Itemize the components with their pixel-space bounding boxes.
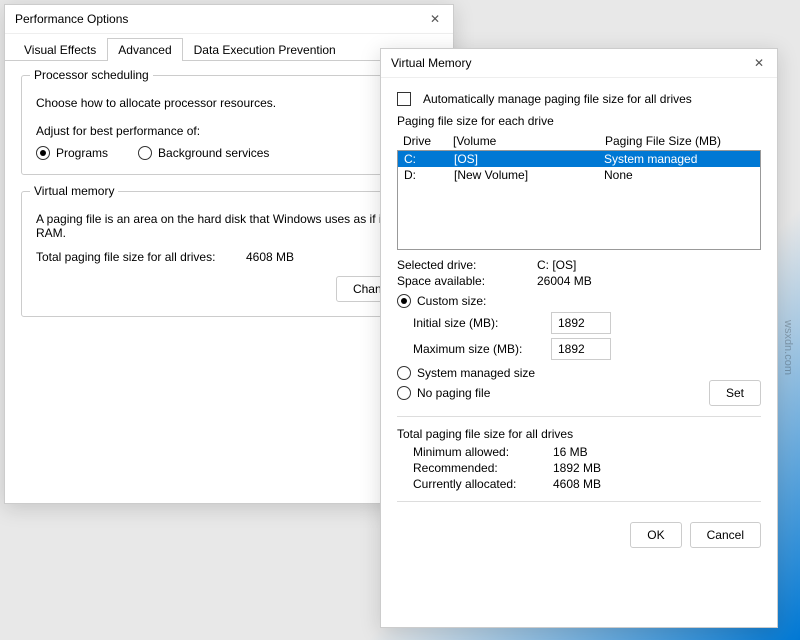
vm-group-title: Virtual memory <box>30 184 118 198</box>
custom-size-label: Custom size: <box>417 294 486 308</box>
rec-label: Recommended: <box>413 461 553 475</box>
space-row: Space available: 26004 MB <box>397 274 761 288</box>
radio-icon <box>397 386 411 400</box>
totals-label: Total paging file size for all drives <box>397 427 761 441</box>
vm-total-label: Total paging file size for all drives: <box>36 250 246 264</box>
separator <box>397 501 761 502</box>
vm-total-row: Total paging file size for all drives: 4… <box>36 250 422 264</box>
radio-no-paging[interactable]: No paging file <box>397 386 709 400</box>
no-paging-set-row: No paging file Set <box>397 380 761 406</box>
system-managed-label: System managed size <box>417 366 535 380</box>
vm-body: Automatically manage paging file size fo… <box>381 78 777 562</box>
drive-volume: [OS] <box>454 152 604 166</box>
cur-value: 4608 MB <box>553 477 761 491</box>
checkbox-icon <box>397 92 411 106</box>
radio-background[interactable]: Background services <box>138 146 269 160</box>
initial-size-input[interactable] <box>551 312 611 334</box>
min-label: Minimum allowed: <box>413 445 553 459</box>
processor-scheduling-group: Processor scheduling Choose how to alloc… <box>21 75 437 175</box>
scheduling-intro: Choose how to allocate processor resourc… <box>36 96 422 110</box>
selected-drive-label: Selected drive: <box>397 258 537 272</box>
radio-icon <box>397 294 411 308</box>
drive-volume: [New Volume] <box>454 168 604 182</box>
close-icon[interactable]: ✕ <box>751 55 767 71</box>
auto-manage-checkbox[interactable]: Automatically manage paging file size fo… <box>397 92 761 106</box>
radio-background-label: Background services <box>158 146 269 160</box>
scheduling-title: Processor scheduling <box>30 68 153 82</box>
watermark: wsxdn.com <box>782 320 794 375</box>
vm-desc: A paging file is an area on the hard dis… <box>36 212 422 240</box>
vm-titlebar: Virtual Memory ✕ <box>381 49 777 78</box>
radio-custom-size[interactable]: Custom size: <box>397 294 761 308</box>
initial-size-label: Initial size (MB): <box>413 316 543 330</box>
perf-titlebar: Performance Options ✕ <box>5 5 453 34</box>
close-icon[interactable]: ✕ <box>427 11 443 27</box>
cancel-button[interactable]: Cancel <box>690 522 761 548</box>
auto-manage-label: Automatically manage paging file size fo… <box>423 92 692 106</box>
rec-value: 1892 MB <box>553 461 761 475</box>
rec-row: Recommended: 1892 MB <box>413 461 761 475</box>
radio-icon <box>138 146 152 160</box>
tab-advanced[interactable]: Advanced <box>107 38 182 61</box>
selected-drive-value: C: [OS] <box>537 258 761 272</box>
header-volume: [Volume <box>453 134 605 148</box>
virtual-memory-window: Virtual Memory ✕ Automatically manage pa… <box>380 48 778 628</box>
perf-title: Performance Options <box>15 12 128 26</box>
no-paging-label: No paging file <box>417 386 490 400</box>
scheduling-radios: Programs Background services <box>36 146 422 160</box>
tab-dep[interactable]: Data Execution Prevention <box>183 38 347 61</box>
ok-button[interactable]: OK <box>630 522 681 548</box>
drive-size: System managed <box>604 152 754 166</box>
adjust-label: Adjust for best performance of: <box>36 124 422 138</box>
max-size-input[interactable] <box>551 338 611 360</box>
vm-title: Virtual Memory <box>391 56 471 70</box>
radio-system-managed[interactable]: System managed size <box>397 366 761 380</box>
cur-label: Currently allocated: <box>413 477 553 491</box>
header-drive: Drive <box>403 134 453 148</box>
tab-visual-effects[interactable]: Visual Effects <box>13 38 107 61</box>
drive-list-label: Paging file size for each drive <box>397 114 761 128</box>
drive-row[interactable]: D: [New Volume] None <box>398 167 760 183</box>
drive-list[interactable]: C: [OS] System managed D: [New Volume] N… <box>397 150 761 250</box>
drive-list-header: Drive [Volume Paging File Size (MB) <box>397 132 761 150</box>
space-label: Space available: <box>397 274 537 288</box>
max-size-label: Maximum size (MB): <box>413 342 543 356</box>
min-value: 16 MB <box>553 445 761 459</box>
drive-size: None <box>604 168 754 182</box>
header-size: Paging File Size (MB) <box>605 134 755 148</box>
drive-letter: D: <box>404 168 454 182</box>
dialog-buttons: OK Cancel <box>397 512 761 548</box>
set-button[interactable]: Set <box>709 380 761 406</box>
drive-row[interactable]: C: [OS] System managed <box>398 151 760 167</box>
virtual-memory-group: Virtual memory A paging file is an area … <box>21 191 437 317</box>
radio-icon <box>36 146 50 160</box>
initial-size-row: Initial size (MB): <box>413 312 761 334</box>
vm-total-value: 4608 MB <box>246 250 294 264</box>
min-row: Minimum allowed: 16 MB <box>413 445 761 459</box>
cur-row: Currently allocated: 4608 MB <box>413 477 761 491</box>
radio-programs[interactable]: Programs <box>36 146 108 160</box>
drive-letter: C: <box>404 152 454 166</box>
selected-drive-row: Selected drive: C: [OS] <box>397 258 761 272</box>
max-size-row: Maximum size (MB): <box>413 338 761 360</box>
radio-programs-label: Programs <box>56 146 108 160</box>
space-value: 26004 MB <box>537 274 761 288</box>
separator <box>397 416 761 417</box>
radio-icon <box>397 366 411 380</box>
